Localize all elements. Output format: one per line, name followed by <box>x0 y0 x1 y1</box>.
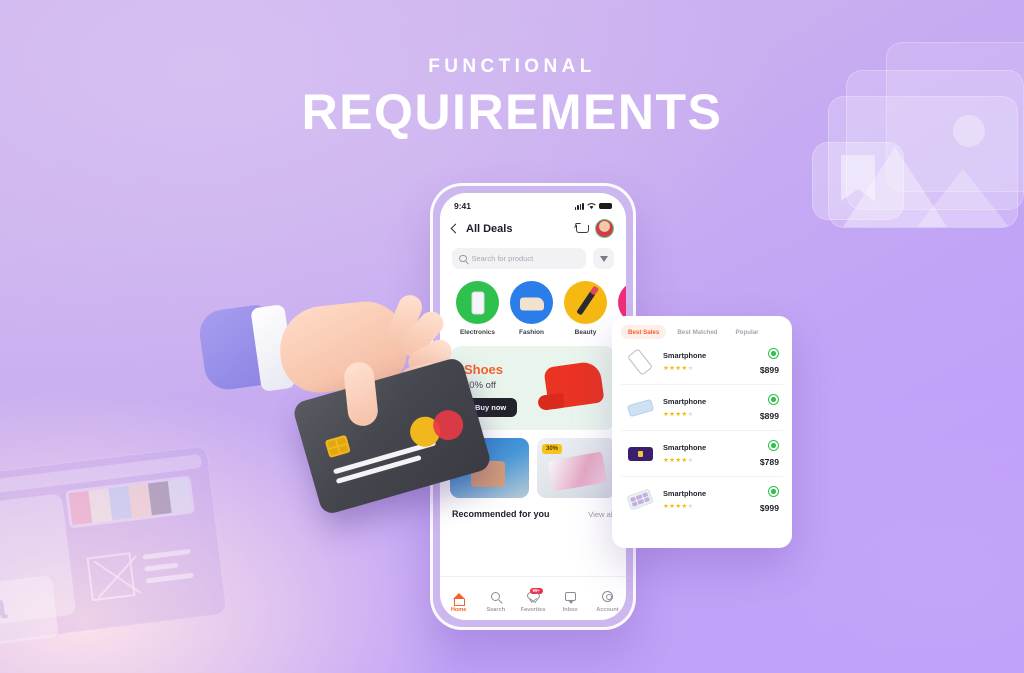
product-name: Smartphone <box>663 489 707 498</box>
red-sneaker-image <box>543 360 605 410</box>
home-icon <box>452 593 466 606</box>
product-name: Smartphone <box>663 397 707 406</box>
product-name: Smartphone <box>663 351 707 360</box>
tab-label: Search <box>486 606 506 613</box>
filter-icon <box>599 255 608 262</box>
wireframe-text-line <box>145 572 194 584</box>
add-to-cart-icon[interactable] <box>768 440 779 451</box>
rating-stars: ★★★★★ <box>663 503 694 510</box>
heading-kicker: FUNCTIONAL <box>428 56 596 77</box>
mastercard-logo-icon <box>406 406 467 451</box>
category-label: Fashion <box>519 329 544 336</box>
tab-label: Inbox <box>562 606 578 613</box>
add-to-cart-icon[interactable] <box>768 348 779 359</box>
add-to-cart-icon[interactable] <box>768 486 779 497</box>
tab-search[interactable]: Search <box>477 589 514 613</box>
avatar[interactable] <box>595 219 614 238</box>
tab-label: Account <box>596 606 619 613</box>
tab-best-matched[interactable]: Best Matched <box>670 325 724 339</box>
rating-stars: ★★★★★ <box>663 365 694 372</box>
filter-button[interactable] <box>593 248 614 269</box>
tab-label: Favorites <box>520 606 546 613</box>
swatch <box>167 478 192 513</box>
tab-home[interactable]: Home <box>440 589 477 613</box>
phone-grid-icon <box>625 487 655 513</box>
discount-badge: 30% <box>542 444 563 454</box>
view-all-link[interactable]: View all <box>588 510 614 519</box>
tab-favorites[interactable]: 99+ Favorites <box>514 588 551 613</box>
tab-label: Home <box>450 606 467 613</box>
product-row[interactable]: Smartphone ★★★★★ $999 <box>621 477 783 522</box>
product-name: Smartphone <box>663 443 707 452</box>
products-floating-card: Best Sales Best Matched Popular Smartpho… <box>612 316 792 548</box>
back-chevron-icon[interactable] <box>450 223 461 234</box>
lock-icon <box>637 450 643 457</box>
phone-dark-icon <box>625 441 655 467</box>
favorites-badge: 99+ <box>530 588 543 595</box>
laptop-photo-card[interactable]: 30% <box>537 438 616 498</box>
tab-inbox[interactable]: Inbox <box>552 589 589 613</box>
battery-icon <box>599 202 612 210</box>
search-input[interactable]: Search for product <box>452 248 586 269</box>
lipstick-icon <box>564 281 607 324</box>
phone-outline-icon <box>625 347 655 376</box>
page-heading: FUNCTIONAL REQUIREMENTS <box>0 56 1024 137</box>
product-price: $899 <box>759 365 779 375</box>
product-price: $789 <box>759 457 779 467</box>
status-bar: 9:41 <box>440 193 626 213</box>
rating-stars: ★★★★★ <box>663 457 694 464</box>
category-item-fashion[interactable]: Fashion <box>510 281 553 336</box>
search-placeholder: Search for product <box>471 254 534 263</box>
product-row[interactable]: Smartphone ★★★★★ $899 <box>621 339 783 385</box>
search-icon <box>491 591 501 601</box>
status-bar-time: 9:41 <box>454 201 472 211</box>
shoe-icon <box>510 281 553 324</box>
products-tab-row: Best Sales Best Matched Popular <box>621 325 783 339</box>
typography-sample-card: Aa <box>0 575 59 651</box>
app-bar: All Deals <box>440 213 626 238</box>
rating-stars: ★★★★★ <box>663 411 694 418</box>
heart-icon: 99+ <box>528 588 543 601</box>
laptop-image <box>547 451 608 492</box>
signal-icon <box>574 202 584 210</box>
bookmark-card <box>812 142 904 220</box>
wireframe-text-line <box>144 562 179 572</box>
product-price: $999 <box>759 503 779 513</box>
app-bar-title: All Deals <box>466 222 513 235</box>
tab-best-sales[interactable]: Best Sales <box>621 325 667 339</box>
add-to-cart-icon[interactable] <box>768 394 779 405</box>
hand-illustration <box>196 286 496 517</box>
image-placeholder-x-icon <box>86 552 136 602</box>
wireframe-text-line <box>142 548 191 560</box>
cart-icon[interactable] <box>575 223 589 235</box>
account-icon <box>601 590 613 602</box>
search-row: Search for product <box>440 238 626 269</box>
product-row[interactable]: Smartphone ★★★★★ $789 <box>621 431 783 477</box>
status-bar-icons <box>574 202 612 210</box>
wifi-icon <box>587 202 596 209</box>
tab-account[interactable]: Account <box>589 589 626 613</box>
phone-blue-icon <box>625 395 655 421</box>
search-icon <box>459 254 467 263</box>
bottom-tab-bar: Home Search 99+ Favorites Inbox Account <box>440 576 626 620</box>
tab-popular[interactable]: Popular <box>729 325 766 339</box>
typography-sample-text: Aa <box>0 585 8 633</box>
mountain-secondary-icon <box>917 169 1009 227</box>
product-price: $899 <box>759 411 779 421</box>
card-chip-icon <box>324 434 351 459</box>
page-title: REQUIREMENTS <box>301 84 723 140</box>
bookmark-icon <box>841 155 875 201</box>
chat-icon <box>564 591 576 604</box>
product-row[interactable]: Smartphone ★★★★★ $899 <box>621 385 783 431</box>
category-label: Beauty <box>574 329 597 336</box>
category-item-beauty[interactable]: Beauty <box>564 281 607 336</box>
